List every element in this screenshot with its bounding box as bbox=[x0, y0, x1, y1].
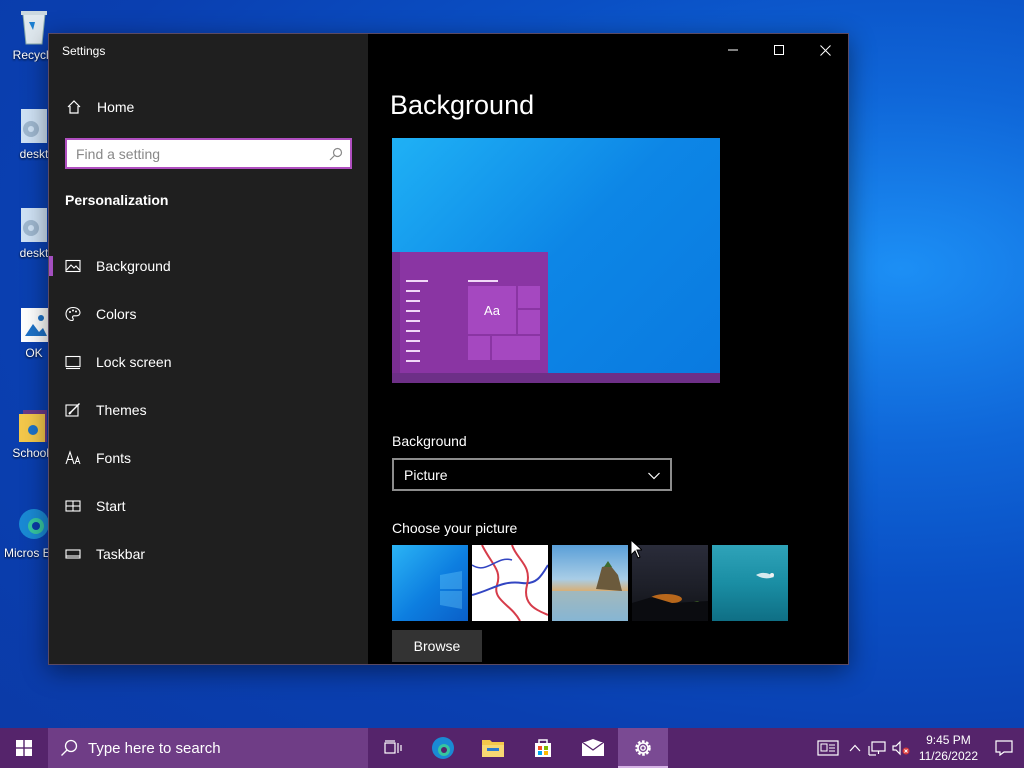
volume-button[interactable] bbox=[889, 728, 913, 768]
close-button[interactable] bbox=[802, 34, 848, 66]
thumbnail-lines[interactable] bbox=[472, 545, 548, 621]
palette-icon bbox=[65, 306, 81, 322]
taskbar-mail[interactable] bbox=[568, 728, 618, 768]
close-icon bbox=[819, 44, 831, 56]
mail-icon bbox=[581, 739, 605, 756]
window-title: Settings bbox=[62, 44, 106, 58]
windows-logo-icon bbox=[440, 571, 462, 609]
news-button[interactable] bbox=[811, 728, 845, 768]
taskbar-settings[interactable] bbox=[618, 728, 668, 768]
task-view-icon bbox=[384, 740, 402, 754]
home-icon bbox=[66, 99, 82, 115]
store-icon bbox=[535, 739, 551, 757]
notification-icon bbox=[995, 740, 1013, 756]
recycle-bin-icon bbox=[17, 8, 51, 46]
picture-thumbnails bbox=[392, 545, 788, 621]
page-title: Background bbox=[390, 90, 535, 120]
mouse-cursor-icon bbox=[630, 538, 644, 564]
clock-date: 11/26/2022 bbox=[918, 749, 978, 763]
fonts-icon bbox=[65, 450, 81, 466]
nav-item-start[interactable]: Start bbox=[49, 482, 368, 530]
thumbnail-rock-beach[interactable] bbox=[552, 545, 628, 621]
chevron-up-icon bbox=[849, 744, 861, 752]
settings-search-input[interactable] bbox=[67, 145, 329, 162]
nav-item-label: Themes bbox=[96, 402, 147, 418]
maximize-button[interactable] bbox=[756, 34, 802, 66]
brush-icon bbox=[65, 402, 81, 418]
thumbnail-night-sky[interactable] bbox=[632, 545, 708, 621]
choose-picture-label: Choose your picture bbox=[392, 520, 518, 536]
nav-item-lock-screen[interactable]: Lock screen bbox=[49, 338, 368, 386]
nav-item-label: Colors bbox=[96, 306, 137, 322]
nav-item-background[interactable]: Background bbox=[49, 242, 368, 290]
nav-item-label: Taskbar bbox=[96, 546, 146, 562]
nav-item-colors[interactable]: Colors bbox=[49, 290, 368, 338]
nav-item-label: Background bbox=[96, 258, 171, 274]
minimize-icon bbox=[728, 49, 738, 51]
show-hidden-icons-button[interactable] bbox=[845, 728, 865, 768]
taskbar: Type here to search 9:45 PM 11/26/2022 bbox=[0, 728, 1024, 768]
preview-sample-text: Aa bbox=[484, 302, 500, 318]
start-button[interactable] bbox=[0, 728, 48, 768]
network-icon bbox=[868, 741, 886, 756]
nav-item-fonts[interactable]: Fonts bbox=[49, 434, 368, 482]
system-tray: 9:45 PM 11/26/2022 bbox=[811, 728, 1024, 768]
chevron-down-icon bbox=[648, 467, 660, 483]
settings-search[interactable] bbox=[65, 138, 352, 169]
taskbar-store[interactable] bbox=[518, 728, 568, 768]
search-icon[interactable] bbox=[329, 147, 343, 161]
windows-start-icon bbox=[16, 740, 32, 756]
clock-time: 9:45 PM bbox=[926, 733, 971, 747]
nav-item-taskbar[interactable]: Taskbar bbox=[49, 530, 368, 578]
gear-file-icon bbox=[17, 206, 51, 244]
task-view-button[interactable] bbox=[368, 728, 418, 768]
thumbnail-windows-blue[interactable] bbox=[392, 545, 468, 621]
nav-item-label: Fonts bbox=[96, 450, 132, 466]
nav-item-label: Lock screen bbox=[96, 354, 172, 370]
taskbar-file-explorer[interactable] bbox=[468, 728, 518, 768]
edge-icon bbox=[17, 506, 51, 544]
browse-button[interactable]: Browse bbox=[392, 630, 482, 662]
nav-list: Background Colors Lock screen Themes Fon… bbox=[49, 242, 368, 578]
taskbar-search[interactable]: Type here to search bbox=[48, 728, 368, 768]
sidebar: Settings Home Personalization Background bbox=[49, 34, 368, 664]
taskbar-icon bbox=[65, 546, 81, 562]
gear-icon bbox=[635, 740, 651, 756]
maximize-icon bbox=[774, 45, 784, 55]
background-preview: Aa bbox=[392, 138, 720, 383]
search-icon bbox=[60, 739, 78, 757]
window-controls bbox=[710, 34, 848, 66]
thumbnail-underwater[interactable] bbox=[712, 545, 788, 621]
clock[interactable]: 9:45 PM 11/26/2022 bbox=[913, 728, 984, 768]
taskbar-search-placeholder: Type here to search bbox=[88, 739, 221, 757]
network-button[interactable] bbox=[865, 728, 889, 768]
start-icon bbox=[65, 498, 81, 514]
preview-taskbar bbox=[392, 373, 720, 383]
background-type-dropdown[interactable]: Picture bbox=[392, 458, 672, 491]
image-file-icon bbox=[17, 306, 51, 344]
picture-icon bbox=[65, 258, 81, 274]
news-icon bbox=[817, 740, 839, 756]
settings-window: Settings Home Personalization Background bbox=[48, 33, 849, 665]
edge-icon bbox=[432, 737, 454, 759]
volume-muted-icon bbox=[892, 740, 910, 756]
nav-item-label: Start bbox=[96, 498, 126, 514]
gear-file-icon bbox=[17, 107, 51, 145]
nav-item-themes[interactable]: Themes bbox=[49, 386, 368, 434]
background-type-label: Background bbox=[392, 433, 467, 449]
taskbar-edge[interactable] bbox=[418, 728, 468, 768]
action-center-button[interactable] bbox=[984, 728, 1024, 768]
lock-screen-icon bbox=[65, 354, 81, 370]
content-pane: Background Aa Background Picture Choose … bbox=[368, 34, 848, 664]
folder-icon bbox=[482, 740, 504, 757]
nav-home-label: Home bbox=[97, 99, 135, 115]
folder-icon bbox=[17, 406, 51, 444]
minimize-button[interactable] bbox=[710, 34, 756, 66]
nav-home[interactable]: Home bbox=[49, 92, 368, 122]
section-title: Personalization bbox=[65, 192, 169, 208]
dropdown-value: Picture bbox=[404, 466, 448, 483]
